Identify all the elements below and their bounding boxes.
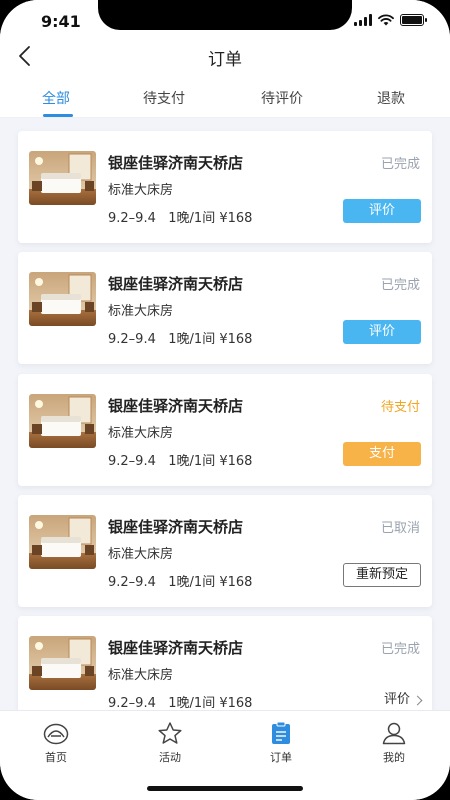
tabbar-activity[interactable]: 活动 (140, 721, 200, 765)
home-icon (43, 723, 69, 745)
tab-all[interactable]: 全部 (42, 88, 70, 108)
phone-screen: 9:41 订单 全部 待支付 待评价 退款 银座佳驿济南天桥店 标准大床房 9.… (0, 0, 450, 800)
signal-icon (354, 14, 372, 26)
order-card[interactable]: 银座佳驿济南天桥店 标准大床房 9.2–9.4 1晚/1间 ¥168 已完成 评… (18, 252, 432, 364)
order-card[interactable]: 银座佳驿济南天桥店 标准大床房 9.2–9.4 1晚/1间 ¥168 待支付 支… (18, 374, 432, 486)
tabbar-home-label: 首页 (45, 751, 67, 764)
tab-pending-review[interactable]: 待评价 (261, 88, 303, 108)
hotel-name: 银座佳驿济南天桥店 (108, 154, 244, 172)
order-action-button[interactable]: 评价 (343, 320, 421, 344)
order-card[interactable]: 银座佳驿济南天桥店 标准大床房 9.2–9.4 1晚/1间 ¥168 已完成 评… (18, 616, 432, 710)
tabbar-home[interactable]: 首页 (26, 721, 86, 765)
tabbar-orders-label: 订单 (270, 751, 292, 764)
tab-refund[interactable]: 退款 (377, 88, 405, 108)
hotel-name: 银座佳驿济南天桥店 (108, 275, 244, 293)
order-status: 已完成 (380, 157, 420, 172)
tabbar-profile[interactable]: 我的 (364, 721, 424, 765)
room-type: 标准大床房 (108, 547, 174, 562)
order-action-button[interactable]: 评价 (384, 688, 422, 710)
order-meta: 9.2–9.4 1晚/1间 ¥168 (108, 450, 252, 469)
stay-dates: 9.2–9.4 (108, 454, 156, 469)
room-type: 标准大床房 (108, 668, 174, 683)
order-action-button[interactable]: 评价 (343, 199, 421, 223)
user-icon (382, 722, 406, 745)
stay-dates: 9.2–9.4 (108, 575, 156, 590)
stay-dates: 9.2–9.4 (108, 211, 156, 226)
hotel-room-photo (29, 272, 96, 326)
order-action-button[interactable]: 支付 (343, 442, 421, 466)
status-icons (354, 14, 427, 26)
tab-pending-payment[interactable]: 待支付 (143, 88, 185, 108)
status-bar: 9:41 (0, 0, 450, 44)
order-price: ¥168 (219, 211, 253, 226)
tab-active-indicator (43, 114, 73, 117)
order-tabs: 全部 待支付 待评价 退款 (0, 76, 450, 118)
tabbar-orders[interactable]: 订单 (251, 721, 311, 765)
order-price: ¥168 (219, 696, 253, 710)
hotel-room-photo (29, 636, 96, 690)
battery-icon (400, 14, 427, 26)
order-meta: 9.2–9.4 1晚/1间 ¥168 (108, 328, 252, 347)
room-type: 标准大床房 (108, 304, 174, 319)
status-time: 9:41 (41, 12, 81, 31)
hotel-name: 银座佳驿济南天桥店 (108, 639, 244, 657)
tabbar-profile-label: 我的 (383, 751, 405, 764)
hotel-name: 银座佳驿济南天桥店 (108, 518, 244, 536)
order-card[interactable]: 银座佳驿济南天桥店 标准大床房 9.2–9.4 1晚/1间 ¥168 已取消 重… (18, 495, 432, 607)
nights-rooms: 1晚/1间 (168, 575, 216, 590)
order-card[interactable]: 银座佳驿济南天桥店 标准大床房 9.2–9.4 1晚/1间 ¥168 已完成 评… (18, 131, 432, 243)
order-price: ¥168 (219, 332, 253, 347)
order-status: 待支付 (380, 400, 420, 415)
order-status: 已取消 (380, 521, 420, 536)
order-meta: 9.2–9.4 1晚/1间 ¥168 (108, 571, 252, 590)
nights-rooms: 1晚/1间 (168, 454, 216, 469)
home-indicator (147, 786, 303, 791)
order-action-button[interactable]: 重新预定 (343, 563, 421, 587)
order-status: 已完成 (380, 278, 420, 293)
order-meta: 9.2–9.4 1晚/1间 ¥168 (108, 207, 252, 226)
order-list[interactable]: 银座佳驿济南天桥店 标准大床房 9.2–9.4 1晚/1间 ¥168 已完成 评… (0, 118, 450, 710)
nights-rooms: 1晚/1间 (168, 696, 216, 710)
room-type: 标准大床房 (108, 183, 174, 198)
hotel-room-photo (29, 394, 96, 448)
page-title: 订单 (208, 50, 242, 70)
order-price: ¥168 (219, 454, 253, 469)
nights-rooms: 1晚/1间 (168, 211, 216, 226)
hotel-room-photo (29, 151, 96, 205)
room-type: 标准大床房 (108, 426, 174, 441)
stay-dates: 9.2–9.4 (108, 696, 156, 710)
order-status: 已完成 (380, 642, 420, 657)
star-icon (158, 722, 182, 744)
order-price: ¥168 (219, 575, 253, 590)
notch (98, 0, 352, 30)
stay-dates: 9.2–9.4 (108, 332, 156, 347)
order-icon (272, 721, 290, 744)
nav-bar: 订单 (0, 44, 450, 76)
hotel-room-photo (29, 515, 96, 569)
tabbar-activity-label: 活动 (159, 751, 181, 764)
nights-rooms: 1晚/1间 (168, 332, 216, 347)
order-meta: 9.2–9.4 1晚/1间 ¥168 (108, 692, 252, 710)
hotel-name: 银座佳驿济南天桥店 (108, 397, 244, 415)
wifi-icon (378, 14, 394, 26)
